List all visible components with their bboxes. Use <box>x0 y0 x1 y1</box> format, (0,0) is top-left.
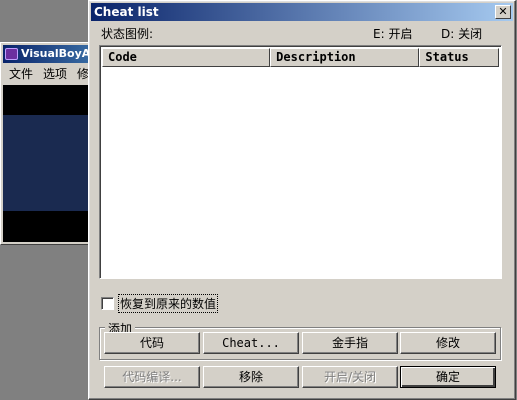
add-code-button[interactable]: 代码 <box>104 332 200 354</box>
cheat-list-view[interactable]: Code Description Status <box>99 45 502 279</box>
dialog-title: Cheat list <box>94 5 159 19</box>
column-header-description[interactable]: Description <box>270 48 420 67</box>
remove-button[interactable]: 移除 <box>203 366 299 388</box>
column-header-code[interactable]: Code <box>102 48 271 67</box>
restore-values-label[interactable]: 恢复到原来的数值 <box>117 294 219 313</box>
status-legend-enabled: E: 开启 <box>373 27 413 41</box>
dialog-title-bar[interactable]: Cheat list ✕ <box>91 3 513 21</box>
visualboyadvance-window: VisualBoyAdv 文件 选项 修 <box>0 42 96 245</box>
vba-game-screen <box>3 85 95 242</box>
status-legend-label: 状态图例: <box>101 27 154 41</box>
edit-button[interactable]: 修改 <box>400 332 496 354</box>
list-header: Code Description Status <box>102 48 499 67</box>
vba-menu-options[interactable]: 选项 <box>43 65 67 83</box>
add-cheat-button[interactable]: Cheat... <box>203 332 299 354</box>
vba-title-text: VisualBoyAdv <box>21 47 95 60</box>
status-legend-disabled: D: 关闭 <box>441 27 483 41</box>
restore-values-option[interactable]: 恢复到原来的数值 <box>101 294 219 313</box>
restore-values-checkbox[interactable] <box>101 297 114 310</box>
vba-title-bar[interactable]: VisualBoyAdv <box>3 45 95 63</box>
compile-code-button[interactable]: 代码编译... <box>104 366 200 388</box>
vba-screen-band <box>3 115 95 211</box>
cheat-list-dialog: Cheat list ✕ 状态图例: E: 开启 D: 关闭 Code Desc… <box>88 0 516 400</box>
column-header-status[interactable]: Status <box>419 48 499 67</box>
toggle-button[interactable]: 开启/关闭 <box>302 366 398 388</box>
vba-menu-bar: 文件 选项 修 <box>3 65 95 83</box>
ok-button[interactable]: 确定 <box>400 366 496 388</box>
close-button[interactable]: ✕ <box>495 5 511 19</box>
vba-app-icon <box>5 48 18 60</box>
close-icon: ✕ <box>498 5 508 18</box>
vba-menu-file[interactable]: 文件 <box>9 65 33 83</box>
add-gold-finger-button[interactable]: 金手指 <box>302 332 398 354</box>
